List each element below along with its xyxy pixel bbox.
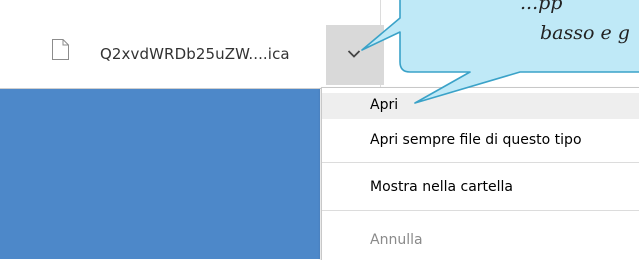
chevron-down-icon — [347, 50, 361, 58]
menu-item-always-open[interactable]: Apri sempre file di questo tipo — [322, 128, 639, 154]
download-file-name[interactable]: Q2xvdWRDb25uZW....ica — [100, 45, 290, 63]
menu-item-show-in-folder[interactable]: Mostra nella cartella — [322, 175, 639, 201]
download-item[interactable]: Q2xvdWRDb25uZW....ica — [8, 0, 384, 88]
callout-text-line2: basso e g — [540, 22, 630, 44]
download-options-button[interactable] — [326, 25, 384, 85]
menu-item-label: Apri sempre file di questo tipo — [370, 132, 582, 148]
menu-item-open[interactable]: Apri — [322, 93, 639, 119]
menu-item-label: Apri — [370, 97, 399, 113]
menu-separator — [322, 162, 639, 163]
menu-item-label: Annulla — [370, 232, 423, 248]
menu-separator — [322, 210, 639, 211]
page-background — [0, 89, 320, 259]
download-context-menu: Apri Apri sempre file di questo tipo Mos… — [321, 87, 639, 260]
menu-item-label: Mostra nella cartella — [370, 179, 514, 195]
callout-text-line1: ...pp — [520, 0, 563, 14]
file-icon — [52, 39, 69, 60]
menu-item-cancel: Annulla — [322, 228, 639, 254]
